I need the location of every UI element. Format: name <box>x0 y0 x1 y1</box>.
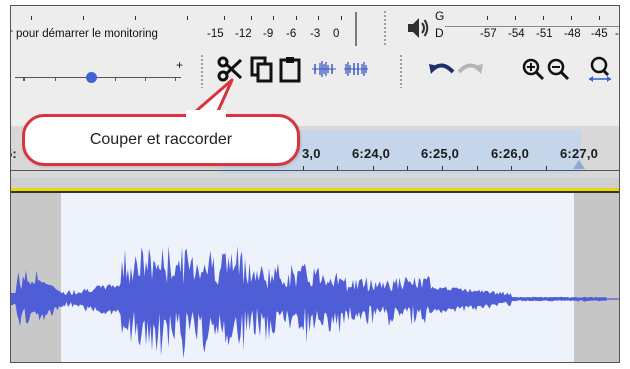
trim-button[interactable] <box>311 56 337 86</box>
zoom-in-button[interactable] <box>520 56 546 86</box>
ruler-baseline <box>11 170 619 171</box>
zoom-in-icon <box>521 57 545 86</box>
playback-channel-left: G <box>435 9 445 23</box>
copy-button[interactable] <box>249 56 275 86</box>
record-scale-label: 0 <box>333 28 340 40</box>
meter-toolbar: r pour démarrer le monitoring -15 -12 -9… <box>11 6 619 51</box>
playback-channel-right: D <box>435 26 444 40</box>
trim-icon <box>311 59 337 84</box>
record-scale-label: -6 <box>286 28 297 40</box>
cut-tooltip: Couper et raccorder <box>22 114 300 166</box>
playback-scale-label: -57 <box>480 28 497 40</box>
zoom-fit-icon <box>587 55 613 88</box>
speaker-icon[interactable] <box>405 15 431 41</box>
zoom-fit-button[interactable] <box>587 55 619 88</box>
ruler-label: 6:24,0 <box>352 146 391 161</box>
record-scale-label: -15 <box>207 28 224 40</box>
record-meter-hint[interactable]: r pour démarrer le monitoring <box>11 28 158 40</box>
record-scale-label: -3 <box>310 28 321 40</box>
redo-button[interactable] <box>457 56 483 86</box>
selection-end-marker[interactable] <box>573 160 585 169</box>
meter-divider <box>355 12 357 46</box>
ruler-label: 6:26,0 <box>491 146 530 161</box>
undo-icon <box>428 58 456 85</box>
record-scale-label: -12 <box>235 28 252 40</box>
playback-scale-label: -48 <box>564 28 581 40</box>
edit-toolbar: + <box>11 50 619 95</box>
tooltip-text: Couper et raccorder <box>89 131 233 148</box>
playback-scale-label: -45 <box>591 28 608 40</box>
redo-icon <box>456 58 484 85</box>
paste-icon <box>278 55 302 88</box>
silence-button[interactable] <box>343 56 369 86</box>
record-scale-label: -9 <box>263 28 274 40</box>
ruler-label: 6:27,0 <box>560 146 599 161</box>
undo-button[interactable] <box>429 56 455 86</box>
playback-scale-label: -51 <box>536 28 553 40</box>
silence-icon <box>343 59 369 84</box>
audio-track[interactable] <box>11 193 620 363</box>
zoom-out-icon <box>546 57 570 86</box>
copy-icon <box>250 55 274 88</box>
paste-button[interactable] <box>277 56 303 86</box>
playback-scale-label: - <box>615 28 619 40</box>
waveform-path <box>11 245 607 359</box>
waveform[interactable] <box>11 193 620 363</box>
audacity-window: r pour démarrer le monitoring -15 -12 -9… <box>10 5 620 363</box>
playback-speed-slider[interactable] <box>15 70 185 84</box>
ruler-label: 5: <box>11 146 17 161</box>
ruler-label: 6:25,0 <box>421 146 460 161</box>
playback-scale-label: -54 <box>508 28 525 40</box>
toolbar-grip[interactable] <box>399 54 403 88</box>
zoom-out-button[interactable] <box>545 56 571 86</box>
ruler-label: 3,0 <box>302 146 321 161</box>
slider-thumb[interactable] <box>86 72 97 83</box>
toolbar-grip[interactable] <box>383 10 387 46</box>
